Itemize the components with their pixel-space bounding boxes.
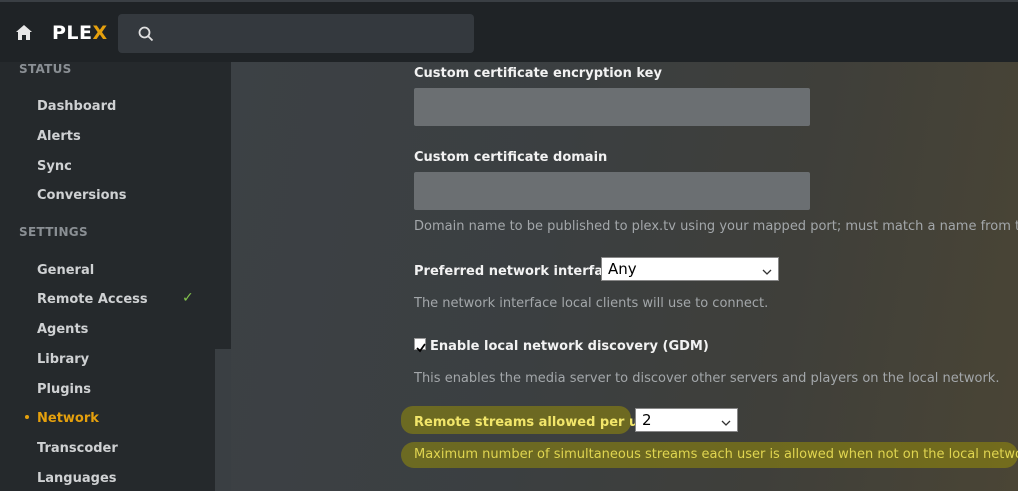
plex-logo[interactable]: PLEX xyxy=(52,22,108,44)
cert-domain-input[interactable] xyxy=(414,172,810,210)
cert-domain-label: Custom certificate domain xyxy=(414,150,608,165)
sidebar-item-languages[interactable]: Languages xyxy=(37,471,117,486)
sidebar-item-library[interactable]: Library xyxy=(37,352,89,367)
sidebar-item-alerts[interactable]: Alerts xyxy=(37,129,81,144)
search-input[interactable] xyxy=(162,20,462,47)
chevron-down-icon xyxy=(762,263,772,275)
sidebar-item-agents[interactable]: Agents xyxy=(37,322,88,337)
network-interface-description: The network interface local clients will… xyxy=(414,296,769,311)
remote-streams-value: 2 xyxy=(642,411,652,429)
remote-streams-description: Maximum number of simultaneous streams e… xyxy=(414,447,1018,462)
sidebar-item-remote-access[interactable]: Remote Access xyxy=(37,292,148,307)
remote-streams-select[interactable]: 2 xyxy=(635,408,738,432)
network-interface-value: Any xyxy=(608,260,637,278)
gdm-description: This enables the media server to discove… xyxy=(414,371,1000,386)
cert-domain-description: Domain name to be published to plex.tv u… xyxy=(414,219,1018,234)
sidebar-item-dashboard[interactable]: Dashboard xyxy=(37,99,116,114)
settings-content: Custom certificate encryption key Custom… xyxy=(231,62,1018,491)
cert-key-input[interactable] xyxy=(414,88,810,126)
cert-key-label: Custom certificate encryption key xyxy=(414,66,662,81)
active-indicator-icon xyxy=(25,415,29,419)
sidebar-item-transcoder[interactable]: Transcoder xyxy=(37,441,118,456)
sidebar-item-general[interactable]: General xyxy=(37,263,94,278)
gdm-checkbox[interactable] xyxy=(414,338,426,353)
sidebar-scrollbar[interactable] xyxy=(215,349,231,491)
sidebar-item-conversions[interactable]: Conversions xyxy=(37,188,127,203)
home-icon[interactable] xyxy=(14,23,34,43)
remote-streams-label: Remote streams allowed per user xyxy=(414,415,662,430)
sidebar-section-settings: SETTINGS xyxy=(19,225,88,239)
gdm-label[interactable]: Enable local network discovery (GDM) xyxy=(430,339,709,354)
top-bar: PLEX xyxy=(0,0,1018,62)
search-icon xyxy=(138,26,154,42)
sidebar-item-network[interactable]: Network xyxy=(37,411,99,426)
checkmark-icon xyxy=(416,343,426,353)
sidebar: STATUS Dashboard Alerts Sync Conversions… xyxy=(0,62,231,491)
chevron-down-icon xyxy=(721,414,731,426)
search-box[interactable] xyxy=(118,14,474,53)
sidebar-item-sync[interactable]: Sync xyxy=(37,159,72,174)
checkmark-icon: ✓ xyxy=(182,290,194,306)
sidebar-section-status: STATUS xyxy=(19,62,72,76)
sidebar-item-plugins[interactable]: Plugins xyxy=(37,382,91,397)
network-interface-select[interactable]: Any xyxy=(601,257,779,281)
network-interface-label: Preferred network interface xyxy=(414,264,620,279)
